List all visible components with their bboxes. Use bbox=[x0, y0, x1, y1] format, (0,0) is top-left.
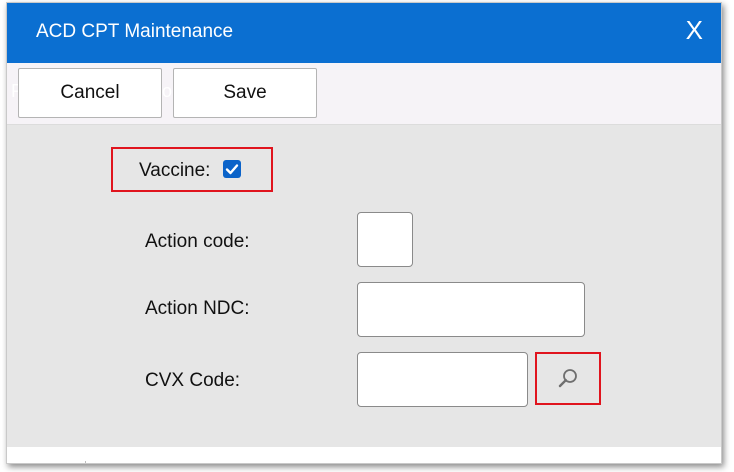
action-code-label: Action code: bbox=[145, 231, 250, 252]
cancel-button[interactable]: Cancel bbox=[18, 68, 162, 118]
close-icon[interactable]: X bbox=[686, 17, 703, 43]
dialog-footer bbox=[7, 447, 721, 463]
toolbar: Rec Options Cancel Save bbox=[7, 63, 721, 125]
cvx-code-input[interactable] bbox=[357, 352, 528, 407]
dialog-title: ACD CPT Maintenance bbox=[36, 21, 234, 42]
acd-cpt-maintenance-dialog: ACD CPT Maintenance X Rec Options Cancel… bbox=[6, 2, 722, 464]
dialog-titlebar: ACD CPT Maintenance X bbox=[7, 3, 721, 63]
search-icon bbox=[558, 369, 577, 388]
vaccine-highlight: Vaccine: bbox=[111, 147, 273, 192]
action-ndc-label: Action NDC: bbox=[145, 298, 250, 319]
checkmark-icon bbox=[225, 164, 239, 175]
vaccine-checkbox[interactable] bbox=[223, 160, 241, 178]
cvx-code-label: CVX Code: bbox=[145, 370, 241, 391]
form-body: Vaccine: Action code: Action NDC: CVX Co… bbox=[7, 125, 721, 447]
vaccine-label: Vaccine: bbox=[139, 160, 211, 181]
action-code-input[interactable] bbox=[357, 212, 413, 267]
save-button[interactable]: Save bbox=[173, 68, 317, 118]
cvx-search-button[interactable] bbox=[535, 352, 601, 405]
footer-divider bbox=[85, 461, 86, 463]
action-ndc-input[interactable] bbox=[357, 282, 585, 337]
